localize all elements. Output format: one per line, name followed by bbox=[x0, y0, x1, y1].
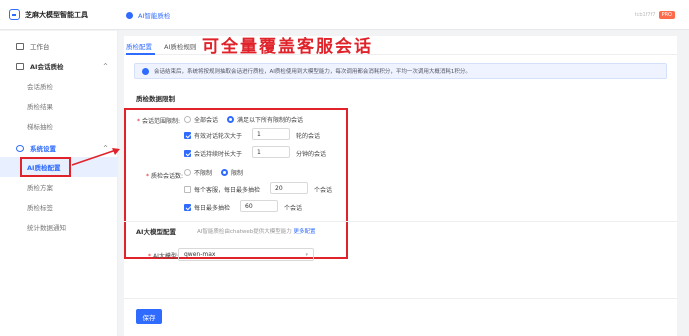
sidebar: 工作台 AI会话质检 ^ 会话质检 质检结果 梯标抽检 系统设置 ^ AI质检配… bbox=[0, 31, 118, 336]
condition-daily-max[interactable]: 每日最多抽检 bbox=[184, 203, 230, 212]
sidebar-item-label: 质检标签 bbox=[27, 204, 53, 212]
sampling-option-unlimited[interactable]: 不限制 bbox=[184, 168, 212, 177]
more-config-link[interactable]: 更多配置 bbox=[294, 229, 316, 235]
checkbox-checked-icon bbox=[184, 204, 191, 211]
sidebar-item-label: 梯标抽检 bbox=[27, 123, 53, 131]
sampling-option-limited[interactable]: 限制 bbox=[221, 168, 243, 177]
section-title-ai: AI大模型配置 bbox=[136, 228, 176, 236]
annotation-arrow bbox=[71, 148, 120, 166]
check-doc-icon bbox=[16, 62, 24, 70]
condition-min-duration[interactable]: 会话持续时长大于 bbox=[184, 149, 242, 158]
sampling-label-text: 质检会话数: bbox=[151, 173, 184, 180]
notice-banner: 会话结束后，系统将按规则抽取会话进行质检，AI质检使用到大模型能力，每次调用都会… bbox=[134, 63, 667, 79]
sidebar-item-label: 工作台 bbox=[30, 43, 50, 51]
sampling-label: * 质检会话数: bbox=[146, 171, 183, 180]
sidebar-item-check-plan[interactable]: 质检方案 bbox=[0, 177, 118, 197]
sidebar-item-stats-notify[interactable]: 统计数据通知 bbox=[0, 217, 118, 237]
info-icon bbox=[142, 67, 149, 75]
radio-icon bbox=[184, 116, 191, 123]
radio-checked-icon bbox=[221, 169, 228, 176]
main-panel: 质检配置 AI质检规则 可全量覆盖客服会话 会话结束后，系统将按规则抽取会话进行… bbox=[124, 36, 677, 336]
checkbox-checked-icon bbox=[184, 150, 191, 157]
condition-text: 每日最多抽检 bbox=[194, 205, 231, 212]
sidebar-item-workbench[interactable]: 工作台 bbox=[0, 36, 118, 56]
tab-ai-rules[interactable]: AI质检规则 bbox=[164, 41, 196, 51]
sidebar-item-check-results[interactable]: 质检结果 bbox=[0, 96, 118, 116]
app-logo-icon bbox=[9, 9, 20, 20]
chevron-down-icon: ▾ bbox=[305, 251, 308, 258]
required-mark: * bbox=[146, 173, 149, 180]
user-badge: PRO bbox=[658, 11, 675, 19]
save-button[interactable]: 保存 bbox=[136, 309, 162, 324]
scope-option-all[interactable]: 全部会话 bbox=[184, 115, 218, 124]
sidebar-item-sample-check[interactable]: 梯标抽检 bbox=[0, 116, 118, 136]
sidebar-item-check-tags[interactable]: 质检标签 bbox=[0, 197, 118, 217]
scope-option-limited[interactable]: 满足以下所有限制的会话 bbox=[227, 115, 303, 124]
min-rounds-input[interactable]: 1 bbox=[252, 128, 290, 140]
sidebar-item-label: 质检方案 bbox=[27, 184, 53, 192]
min-duration-input[interactable]: 1 bbox=[252, 146, 290, 158]
section-divider bbox=[124, 221, 677, 222]
scope-label-text: 会话范围限制: bbox=[142, 118, 181, 125]
tab-underline bbox=[126, 53, 155, 55]
required-mark: * bbox=[148, 253, 151, 260]
model-label: * AI大模型: bbox=[148, 251, 179, 260]
ai-subtitle-text: AI智能质检由chatweb提供大模型能力 bbox=[197, 229, 292, 235]
footer-bar: 保存 bbox=[124, 298, 677, 336]
condition-text: 每个客服，每日最多抽检 bbox=[194, 187, 261, 194]
user-menu[interactable]: tcb1f7f7 PRO bbox=[635, 11, 675, 19]
radio-label: 满足以下所有限制的会话 bbox=[237, 117, 304, 124]
per-agent-input[interactable]: 20 bbox=[270, 182, 308, 194]
monitor-icon bbox=[16, 42, 24, 50]
condition-min-rounds[interactable]: 有效对话轮次大于 bbox=[184, 131, 242, 140]
breadcrumb-icon bbox=[126, 11, 133, 19]
required-mark: * bbox=[137, 118, 140, 125]
gear-icon bbox=[16, 144, 24, 152]
ai-subtitle: AI智能质检由chatweb提供大模型能力 更多配置 bbox=[197, 227, 316, 235]
top-bar: 芝麻大模型智能工具 AI智能质检 tcb1f7f7 PRO bbox=[0, 0, 689, 30]
section-title-quality: 质检数据限制 bbox=[136, 95, 175, 103]
breadcrumb-label: AI智能质检 bbox=[138, 12, 171, 20]
radio-label: 限制 bbox=[231, 170, 244, 177]
radio-label: 全部会话 bbox=[194, 117, 219, 124]
daily-max-suffix: 个会话 bbox=[284, 205, 303, 212]
scope-label: * 会话范围限制: bbox=[137, 116, 180, 125]
per-agent-suffix: 个会话 bbox=[314, 187, 333, 194]
sidebar-item-label: AI会话质检 bbox=[30, 63, 64, 71]
checkbox-checked-icon bbox=[184, 132, 191, 139]
radio-checked-icon bbox=[227, 116, 234, 123]
sidebar-group-ai-check[interactable]: AI会话质检 ^ bbox=[0, 56, 118, 76]
model-select[interactable]: qwen-max ▾ bbox=[178, 248, 314, 261]
tab-quality-config[interactable]: 质检配置 bbox=[126, 41, 152, 51]
app-name: 芝麻大模型智能工具 bbox=[25, 10, 88, 19]
breadcrumb: AI智能质检 bbox=[126, 10, 170, 20]
notice-text: 会话结束后，系统将按规则抽取会话进行质检，AI质检使用到大模型能力，每次调用都会… bbox=[154, 69, 471, 75]
app-brand[interactable]: 芝麻大模型智能工具 bbox=[9, 9, 88, 20]
sidebar-item-label: 统计数据通知 bbox=[27, 224, 66, 232]
radio-label: 不限制 bbox=[194, 170, 213, 177]
sidebar-item-label: 质检结果 bbox=[27, 103, 53, 111]
model-select-value: qwen-max bbox=[184, 251, 216, 258]
radio-icon bbox=[184, 169, 191, 176]
annotation-text: 可全量覆盖客服会话 bbox=[202, 37, 373, 57]
checkbox-icon bbox=[184, 186, 191, 193]
user-name: tcb1f7f7 bbox=[634, 12, 656, 18]
sidebar-item-session-check[interactable]: 会话质检 bbox=[0, 76, 118, 96]
min-duration-suffix: 分钟的会话 bbox=[296, 151, 327, 158]
condition-per-agent[interactable]: 每个客服，每日最多抽检 bbox=[184, 185, 260, 194]
condition-text: 会话持续时长大于 bbox=[194, 151, 243, 158]
sidebar-item-label: 系统设置 bbox=[30, 145, 56, 153]
condition-text: 有效对话轮次大于 bbox=[194, 133, 243, 140]
model-label-text: AI大模型: bbox=[153, 253, 179, 260]
min-rounds-suffix: 轮的会话 bbox=[296, 133, 321, 140]
chevron-up-icon: ^ bbox=[102, 62, 108, 70]
sidebar-item-label: 会话质检 bbox=[27, 83, 53, 91]
daily-max-input[interactable]: 60 bbox=[240, 200, 278, 212]
